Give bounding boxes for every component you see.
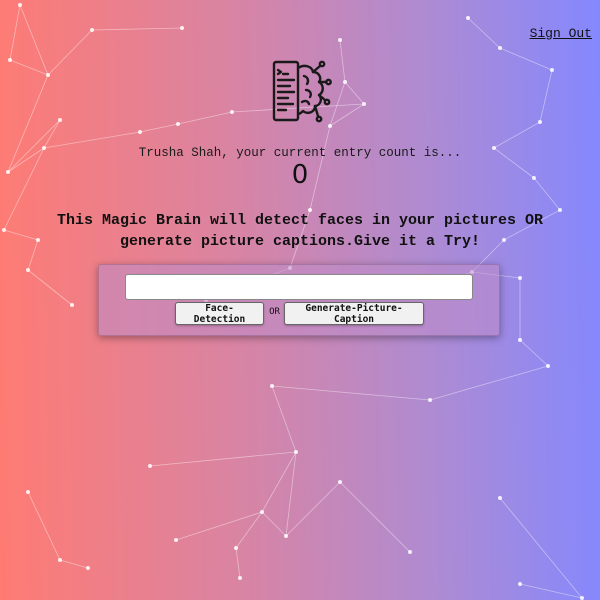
app-description: This Magic Brain will detect faces in yo… xyxy=(56,212,544,250)
particle-link xyxy=(339,39,346,83)
particle-link xyxy=(261,511,287,537)
particle-link xyxy=(235,547,241,579)
particle-dot xyxy=(338,38,342,42)
particle-link xyxy=(429,365,549,401)
particle-link xyxy=(519,339,549,367)
particle-link xyxy=(519,583,583,599)
particle-link xyxy=(339,481,411,553)
generate-caption-button[interactable]: Generate-Picture-Caption xyxy=(284,302,424,325)
particle-dot xyxy=(518,338,522,342)
particle-link xyxy=(285,481,341,537)
particle-dot xyxy=(234,546,238,550)
particle-dot xyxy=(518,276,522,280)
logo xyxy=(266,56,332,128)
particle-link xyxy=(9,4,21,61)
particle-dot xyxy=(18,3,22,7)
top-nav: Sign Out xyxy=(530,22,592,41)
particle-link xyxy=(499,497,583,599)
or-separator: OR xyxy=(269,307,280,317)
image-url-input[interactable] xyxy=(125,274,473,300)
particle-link xyxy=(47,29,93,76)
particle-link xyxy=(27,269,73,306)
particle-link xyxy=(344,81,365,105)
particle-link xyxy=(19,4,49,76)
particle-link xyxy=(59,559,89,569)
particle-dot xyxy=(408,550,412,554)
particle-link xyxy=(329,103,365,127)
particle-dot xyxy=(466,16,470,20)
particle-dot xyxy=(138,130,142,134)
particle-link xyxy=(9,59,49,76)
particle-dot xyxy=(176,122,180,126)
particle-link xyxy=(139,123,179,133)
particle-dot xyxy=(343,80,347,84)
particle-dot xyxy=(148,464,152,468)
particle-dot xyxy=(26,490,30,494)
particle-dot xyxy=(550,68,554,72)
image-link-form: Face-Detection OR Generate-Picture-Capti… xyxy=(98,264,500,336)
particle-link xyxy=(235,511,263,549)
entry-count-message: Trusha Shah, your current entry count is… xyxy=(138,146,462,160)
particle-dot xyxy=(8,58,12,62)
particle-dot xyxy=(86,566,90,570)
particle-dot xyxy=(580,596,584,600)
particle-link xyxy=(175,511,263,541)
particle-dot xyxy=(362,102,366,106)
particle-link xyxy=(27,491,61,561)
particle-dot xyxy=(260,510,264,514)
particle-link xyxy=(539,69,553,123)
particle-link xyxy=(177,111,233,125)
entry-count-value: 0 xyxy=(291,160,309,190)
particle-dot xyxy=(174,538,178,542)
particle-link xyxy=(149,451,297,467)
particle-link xyxy=(285,451,297,537)
particle-dot xyxy=(338,480,342,484)
particle-dot xyxy=(46,73,50,77)
particle-dot xyxy=(538,120,542,124)
particle-dot xyxy=(498,496,502,500)
particle-dot xyxy=(284,534,288,538)
particle-dot xyxy=(26,268,30,272)
particle-dot xyxy=(546,364,550,368)
particle-link xyxy=(271,385,431,401)
particle-link xyxy=(261,451,297,513)
particle-dot xyxy=(90,28,94,32)
brain-code-icon xyxy=(272,60,332,123)
particle-dot xyxy=(518,582,522,586)
face-detection-button[interactable]: Face-Detection xyxy=(175,302,264,325)
particle-dot xyxy=(230,110,234,114)
particle-link xyxy=(43,119,61,149)
particle-dot xyxy=(180,26,184,30)
particle-dot xyxy=(2,228,6,232)
particle-link xyxy=(91,27,183,31)
particle-dot xyxy=(294,450,298,454)
particle-dot xyxy=(498,46,502,50)
particle-link xyxy=(467,17,501,49)
sign-out-link[interactable]: Sign Out xyxy=(530,26,592,41)
particle-link xyxy=(493,121,541,149)
particle-dot xyxy=(58,118,62,122)
particle-link xyxy=(499,47,553,71)
particle-link xyxy=(271,385,297,453)
particle-dot xyxy=(70,303,74,307)
particle-link xyxy=(329,81,346,127)
particle-dot xyxy=(428,398,432,402)
particle-dot xyxy=(270,384,274,388)
particle-dot xyxy=(238,576,242,580)
particle-dot xyxy=(58,558,62,562)
